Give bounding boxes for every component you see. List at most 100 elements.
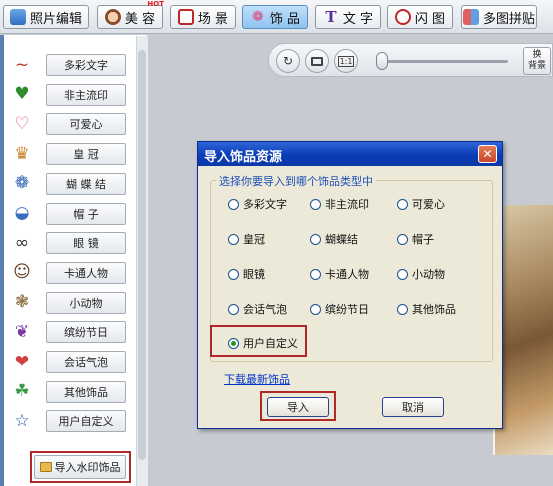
panel-edge (0, 35, 4, 486)
sidebar-item[interactable]: ~ 多彩文字 (10, 52, 136, 78)
ratio-label: 1:1 (337, 55, 355, 67)
import-button-highlight (30, 451, 131, 483)
sidebar-item[interactable]: ◒ 帽 子 (10, 201, 136, 227)
zoom-slider-knob[interactable] (376, 52, 388, 70)
sidebar-item[interactable]: ♛ 皇 冠 (10, 141, 136, 167)
radio-option[interactable]: 非主流印 (310, 196, 369, 212)
radio-option[interactable]: 会话气泡 (228, 301, 287, 317)
radio-button[interactable] (228, 198, 239, 210)
radio-button[interactable] (397, 198, 408, 210)
rotate-button[interactable]: ↻ (276, 49, 300, 73)
gift-icon: ❦ (14, 321, 30, 342)
flash-label: 闪 图 (414, 11, 446, 27)
bow-icon: ❁ (14, 173, 30, 194)
text-label: 文 字 (342, 11, 374, 27)
radio-option[interactable]: 帽子 (397, 231, 434, 247)
download-link[interactable]: 下载最新饰品 (224, 371, 290, 387)
sidebar-item-button[interactable]: 可爱心 (46, 113, 126, 136)
star-outline-icon: ☆ (14, 410, 30, 431)
accessory-button[interactable]: ❁ 饰 品 (242, 5, 308, 29)
sidebar-item[interactable]: ∞ 眼 镜 (10, 230, 136, 256)
collage-button[interactable]: 多图拼贴 (461, 5, 537, 29)
radio-label: 蝴蝶结 (325, 233, 358, 246)
category-scroll-thumb[interactable] (138, 50, 146, 460)
radio-button[interactable] (397, 233, 408, 245)
accessory-label: 饰 品 (269, 11, 301, 27)
beauty-label: 美 容 (124, 11, 156, 27)
radio-label: 小动物 (412, 268, 445, 281)
monitor-icon (311, 56, 323, 66)
radio-label: 其他饰品 (412, 303, 456, 316)
radio-button[interactable] (397, 303, 408, 315)
scene-label: 场 景 (197, 11, 229, 27)
radio-option[interactable]: 眼镜 (228, 266, 265, 282)
sidebar-item[interactable]: ♥ 非主流印 (10, 82, 136, 108)
sidebar-item[interactable]: ☆ 用户自定义 (10, 408, 136, 434)
scene-button[interactable]: 场 景 (170, 5, 236, 29)
radio-button[interactable] (397, 268, 408, 280)
leaf-icon: ☘ (14, 381, 30, 402)
radio-button[interactable] (228, 268, 239, 280)
beauty-button[interactable]: 美 容 HOT (97, 0, 164, 29)
fit-screen-button[interactable] (305, 49, 329, 73)
radio-option[interactable]: 可爱心 (397, 196, 445, 212)
photo-edit-label: 照片编辑 (29, 11, 82, 27)
rotate-icon: ↻ (282, 54, 294, 68)
radio-option[interactable]: 小动物 (397, 266, 445, 282)
close-button[interactable]: ✕ (478, 145, 497, 163)
sidebar-item[interactable]: ❃ 小动物 (10, 290, 136, 316)
swap-background-button[interactable]: 换 背景 (523, 47, 551, 75)
radio-button[interactable] (228, 303, 239, 315)
sidebar-item-button[interactable]: 眼 镜 (46, 232, 126, 255)
collage-label: 多图拼贴 (482, 11, 535, 27)
radio-option[interactable]: 卡通人物 (310, 266, 369, 282)
colorful-text-icon: ~ (14, 54, 30, 75)
heart-stamp-icon: ♥ (14, 84, 30, 105)
sidebar-item-button[interactable]: 卡通人物 (46, 261, 126, 284)
zoom-slider-track[interactable] (378, 60, 508, 63)
sidebar-item-button[interactable]: 其他饰品 (46, 380, 126, 403)
text-button[interactable]: T 文 字 (315, 5, 381, 29)
sidebar-item-button[interactable]: 会话气泡 (46, 351, 126, 373)
sidebar-item[interactable]: ❦ 缤纷节日 (10, 319, 136, 345)
radio-button[interactable] (310, 268, 321, 280)
hat-icon: ◒ (14, 203, 30, 223)
radio-label: 卡通人物 (325, 268, 369, 281)
sidebar-item[interactable]: ❤ 会话气泡 (10, 349, 136, 375)
radio-button[interactable] (310, 233, 321, 245)
radio-button[interactable] (310, 303, 321, 315)
sidebar-item[interactable]: ☺ 卡通人物 (10, 260, 136, 286)
import-confirm-highlight (260, 391, 336, 421)
cancel-button[interactable]: 取消 (382, 397, 444, 417)
flash-button[interactable]: 闪 图 (387, 5, 453, 29)
sidebar-item-button[interactable]: 非主流印 (46, 83, 126, 106)
sidebar-item-button[interactable]: 缤纷节日 (46, 321, 126, 344)
actual-size-button[interactable]: 1:1 (334, 49, 358, 73)
sidebar-item-button[interactable]: 帽 子 (46, 202, 126, 225)
top-toolbar: 照片编辑 美 容 HOT 场 景 ❁ 饰 品 T 文 字 闪 图 多图拼贴 (0, 0, 553, 34)
radio-label: 多彩文字 (243, 198, 287, 211)
radio-option[interactable]: 皇冠 (228, 231, 265, 247)
sidebar-item[interactable]: ♡ 可爱心 (10, 111, 136, 137)
scene-icon (177, 9, 194, 25)
radio-label: 缤纷节日 (325, 303, 369, 316)
radio-option[interactable]: 其他饰品 (397, 301, 456, 317)
radio-label: 眼镜 (243, 268, 265, 281)
radio-option[interactable]: 多彩文字 (228, 196, 287, 212)
collage-icon (462, 9, 479, 25)
sidebar-item-button[interactable]: 用户自定义 (46, 410, 126, 433)
sidebar-item-button[interactable]: 皇 冠 (46, 143, 126, 166)
sidebar-item-button[interactable]: 多彩文字 (46, 54, 126, 76)
cartoon-face-icon: ☺ (13, 262, 31, 283)
radio-option[interactable]: 蝴蝶结 (310, 231, 358, 247)
dialog-title: 导入饰品资源 (198, 142, 502, 166)
sidebar-item[interactable]: ☘ 其他饰品 (10, 379, 136, 405)
radio-button[interactable] (310, 198, 321, 210)
radio-button[interactable] (228, 233, 239, 245)
sidebar-item[interactable]: ❁ 蝴 蝶 结 (10, 171, 136, 197)
sidebar-item-button[interactable]: 蝴 蝶 结 (46, 172, 126, 195)
photo-edit-button[interactable]: 照片编辑 (3, 5, 89, 29)
heart-outline-icon: ♡ (14, 113, 30, 134)
sidebar-item-button[interactable]: 小动物 (46, 291, 126, 314)
radio-option[interactable]: 缤纷节日 (310, 301, 369, 317)
